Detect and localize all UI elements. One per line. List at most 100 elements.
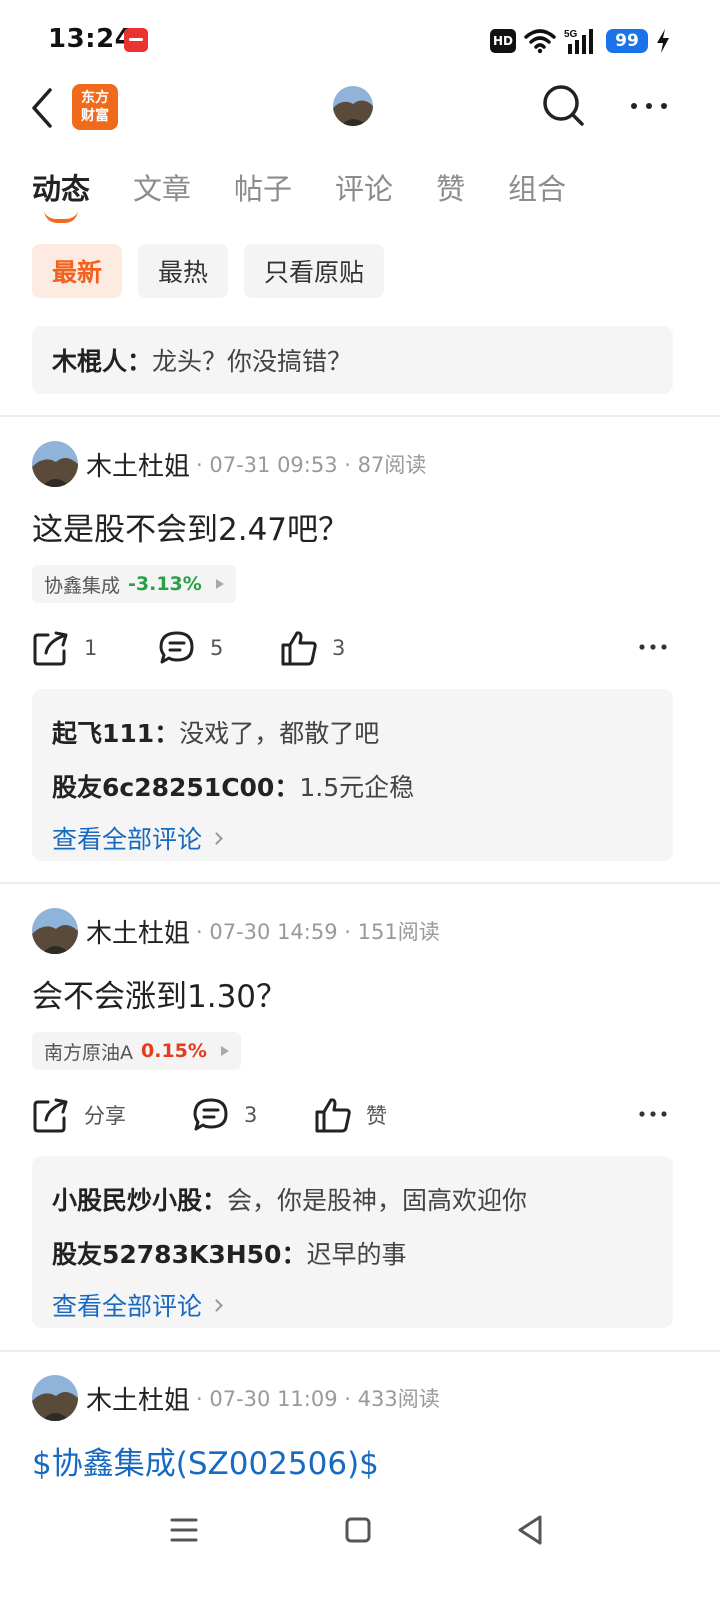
system-nav-bar — [0, 1490, 720, 1570]
comment-button[interactable]: 3 — [192, 1093, 257, 1137]
play-arrow-icon — [215, 579, 224, 589]
post-author[interactable]: 木土杜姐 — [86, 446, 190, 483]
comment-author: 股友52783K3H50 — [52, 1240, 282, 1269]
comment-item[interactable]: 小股民炒小股 ： 会，你是股神，固高欢迎你 — [52, 1172, 653, 1226]
user-avatar[interactable] — [333, 86, 373, 126]
status-icons: HD 5G 99 — [490, 26, 670, 56]
comment-separator: ： — [281, 1240, 307, 1269]
brand-line-1: 东方 — [81, 90, 109, 106]
comment-separator: ： — [274, 773, 300, 802]
comment-item[interactable]: 股友6c28251C00 ： 1.5元企稳 — [52, 759, 653, 813]
filter-hottest[interactable]: 最热 — [138, 244, 229, 298]
share-icon — [33, 1098, 68, 1133]
post-title[interactable]: 会不会涨到1.30？ — [32, 971, 287, 1016]
divider — [0, 882, 720, 884]
comment-preview[interactable]: 起飞111 ： 没戏了，都散了吧 股友6c28251C00 ： 1.5元企稳 查… — [32, 689, 673, 861]
like-label: 赞 — [366, 1104, 387, 1128]
post-meta: · 07-31 09:53 · 87阅读 — [196, 453, 427, 477]
filter-chips: 最新 最热 只看原贴 — [32, 244, 385, 298]
more-options-icon[interactable] — [638, 642, 668, 652]
author-avatar[interactable] — [32, 441, 78, 487]
divider — [0, 415, 720, 417]
comment-preview[interactable]: 小股民炒小股 ： 会，你是股神，固高欢迎你 股友52783K3H50 ： 迟早的… — [32, 1156, 673, 1328]
view-all-comments-link[interactable]: 查看全部评论 — [52, 1280, 653, 1330]
share-count: 1 — [84, 636, 98, 660]
pinned-comment-text: 龙头？你没搞错？ — [152, 347, 353, 376]
comment-author: 起飞111 — [52, 719, 155, 748]
more-options-icon[interactable] — [628, 94, 670, 118]
post-author[interactable]: 木土杜姐 — [86, 1380, 190, 1417]
share-icon — [33, 631, 68, 666]
post-actions: 1 5 3 — [32, 626, 672, 670]
signal-icon: 5G — [564, 29, 593, 54]
post-stock-link[interactable]: $协鑫集成(SZ002506)$ — [32, 1438, 379, 1483]
top-nav-bar: 东方 财富 — [0, 80, 720, 136]
notification-app-icon — [124, 28, 148, 52]
tab-likes[interactable]: 赞 — [436, 166, 465, 226]
tab-comments[interactable]: 评论 — [335, 166, 393, 226]
filter-latest[interactable]: 最新 — [32, 244, 123, 298]
comment-text: 1.5元企稳 — [299, 773, 415, 802]
back-triangle-icon[interactable] — [510, 1510, 550, 1550]
home-square-icon[interactable] — [338, 1510, 378, 1550]
stock-tag[interactable]: 南方原油A 0.15% — [32, 1032, 241, 1070]
tab-articles[interactable]: 文章 — [133, 166, 191, 226]
post-header: 木土杜姐 · 07-31 09:53 · 87阅读 — [32, 440, 426, 488]
filter-original-only[interactable]: 只看原贴 — [244, 244, 385, 298]
eastmoney-logo[interactable]: 东方 财富 — [72, 84, 118, 130]
view-all-label: 查看全部评论 — [52, 1292, 203, 1321]
author-avatar[interactable] — [32, 908, 78, 954]
like-count: 3 — [332, 636, 346, 660]
svg-text:5G: 5G — [564, 29, 578, 40]
post-header: 木土杜姐 · 07-30 11:09 · 433阅读 — [32, 1374, 440, 1422]
post-meta: · 07-30 11:09 · 433阅读 — [196, 1387, 440, 1411]
comment-separator: ： — [202, 1186, 228, 1215]
stock-tag[interactable]: 协鑫集成 -3.13% — [32, 565, 236, 603]
like-button[interactable]: 赞 — [314, 1093, 387, 1137]
stock-change: 0.15% — [141, 1040, 207, 1062]
post-meta: · 07-30 14:59 · 151阅读 — [196, 920, 440, 944]
tab-portfolio[interactable]: 组合 — [508, 166, 566, 226]
profile-tabs: 动态 文章 帖子 评论 赞 组合 — [32, 166, 609, 226]
comment-text: 迟早的事 — [306, 1240, 407, 1269]
comment-item[interactable]: 股友52783K3H50 ： 迟早的事 — [52, 1226, 653, 1280]
hd-icon: HD — [490, 29, 516, 53]
comment-icon — [159, 631, 194, 664]
share-button[interactable]: 分享 — [32, 1093, 126, 1137]
like-button[interactable]: 3 — [280, 626, 345, 670]
comment-author: 小股民炒小股 — [52, 1186, 203, 1215]
comment-button[interactable]: 5 — [158, 626, 223, 670]
post-author[interactable]: 木土杜姐 — [86, 913, 190, 950]
pinned-comment[interactable]: 木棍人 ： 龙头？你没搞错？ — [32, 326, 673, 394]
chevron-right-icon — [210, 1298, 223, 1312]
feed-post: 木土杜姐 · 07-30 11:09 · 433阅读 $协鑫集成(SZ00250… — [0, 1374, 720, 1484]
tab-dynamic[interactable]: 动态 — [32, 166, 90, 226]
menu-icon[interactable] — [164, 1510, 204, 1550]
view-all-label: 查看全部评论 — [52, 825, 203, 854]
post-title[interactable]: 这是股不会到2.47吧？ — [32, 504, 349, 549]
comment-icon — [193, 1098, 228, 1131]
more-options-icon[interactable] — [638, 1109, 668, 1119]
stock-name: 南方原油A — [44, 1041, 133, 1064]
share-button[interactable]: 1 — [32, 626, 97, 670]
search-icon[interactable] — [540, 82, 586, 130]
charging-icon — [657, 29, 669, 53]
thumbs-up-icon — [281, 631, 317, 666]
play-arrow-icon — [220, 1046, 229, 1056]
stock-change: -3.13% — [128, 573, 202, 595]
thumbs-up-icon — [315, 1098, 351, 1133]
chevron-right-icon — [210, 831, 223, 845]
comment-count: 5 — [210, 636, 224, 660]
comment-item[interactable]: 起飞111 ： 没戏了，都散了吧 — [52, 705, 653, 759]
back-arrow-icon[interactable] — [28, 86, 58, 130]
tab-posts[interactable]: 帖子 — [234, 166, 292, 226]
wifi-icon — [524, 29, 556, 54]
pinned-comment-separator: ： — [127, 347, 153, 376]
pinned-comment-author: 木棍人 — [52, 347, 128, 376]
status-bar: 13:24 HD 5G 99 — [0, 0, 720, 80]
view-all-comments-link[interactable]: 查看全部评论 — [52, 813, 653, 863]
author-avatar[interactable] — [32, 1375, 78, 1421]
battery-icon: 99 — [606, 29, 648, 53]
brand-line-2: 财富 — [81, 108, 109, 124]
status-time: 13:24 — [48, 24, 134, 54]
